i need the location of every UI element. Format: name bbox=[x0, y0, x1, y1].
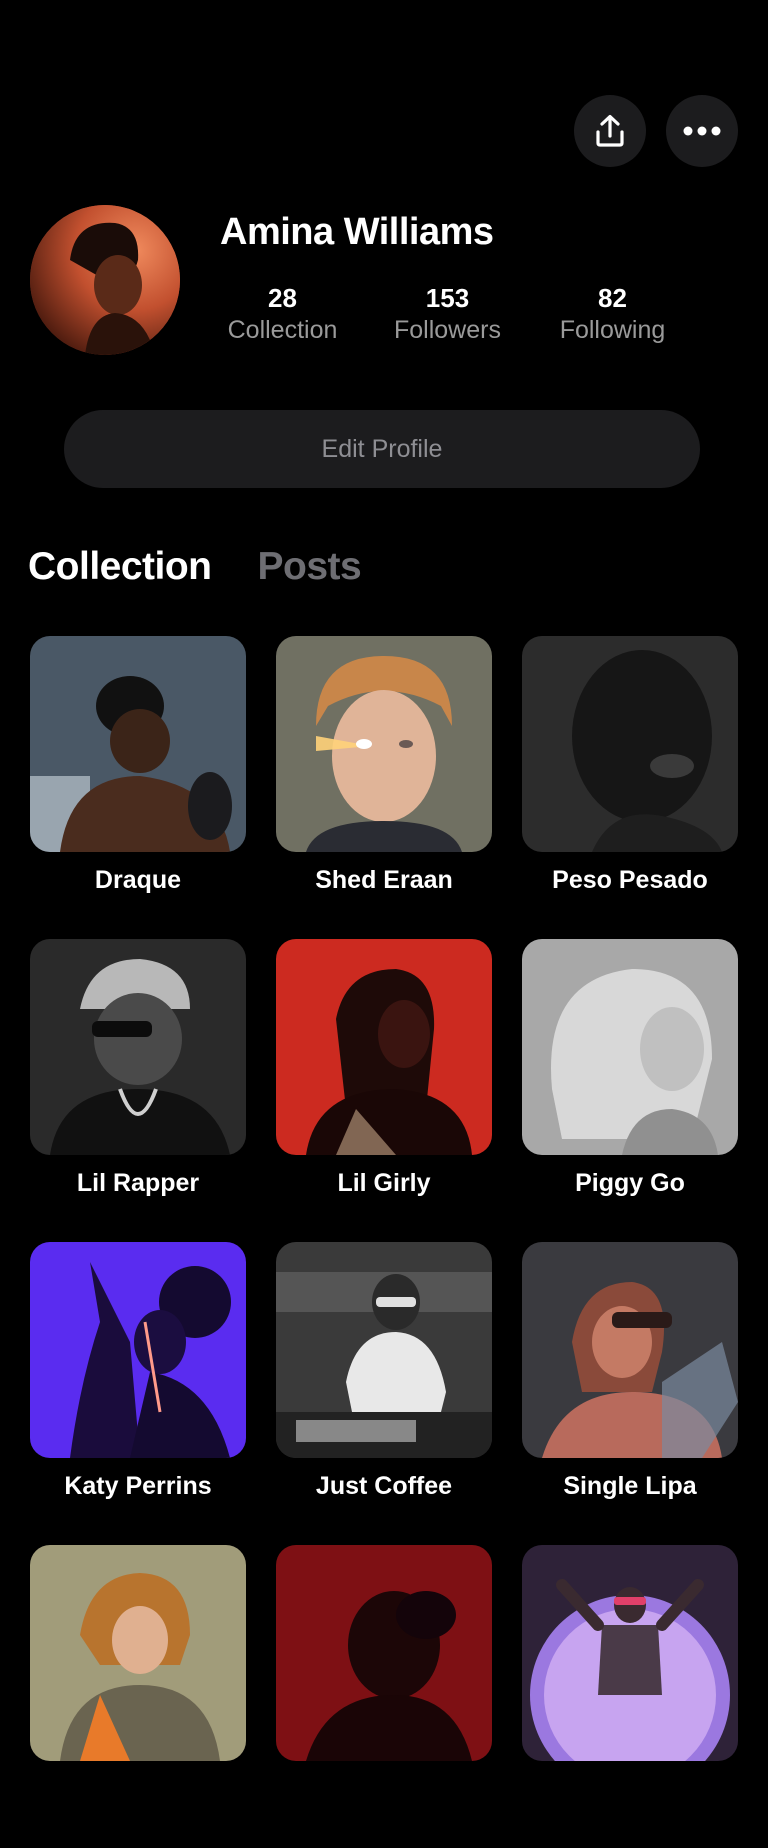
collection-item[interactable]: Single Lipa bbox=[522, 1242, 738, 1545]
stat-value: 28 bbox=[268, 283, 297, 313]
stat-label: Collection bbox=[227, 316, 338, 344]
collection-item[interactable]: Lil Rapper bbox=[30, 939, 246, 1242]
artist-name: Shed Eraan bbox=[315, 866, 453, 894]
tab-posts[interactable]: Posts bbox=[258, 545, 362, 589]
artist-thumbnail bbox=[276, 939, 492, 1155]
stat-label: Following bbox=[559, 316, 666, 344]
collection-item[interactable]: Shed Eraan bbox=[276, 636, 492, 939]
collection-item[interactable]: Katy Perrins bbox=[30, 1242, 246, 1545]
artist-thumbnail bbox=[522, 1242, 738, 1458]
stat-value: 82 bbox=[598, 283, 627, 313]
share-upload-icon bbox=[596, 114, 624, 147]
artist-thumbnail bbox=[276, 1242, 492, 1458]
artist-thumbnail bbox=[30, 939, 246, 1155]
collection-item[interactable]: Lil Girly bbox=[276, 939, 492, 1242]
profile-stats: 28 Collection 153 Followers 82 Following bbox=[220, 283, 695, 347]
artist-name: Lil Rapper bbox=[76, 1169, 200, 1197]
stat-collection[interactable]: 28 Collection bbox=[200, 283, 365, 347]
share-button[interactable] bbox=[574, 95, 646, 167]
collection-item[interactable]: Just Coffee bbox=[276, 1242, 492, 1545]
artist-thumbnail bbox=[522, 636, 738, 852]
artist-name: Single Lipa bbox=[563, 1472, 697, 1500]
stat-value: 153 bbox=[425, 283, 470, 313]
artist-name: Draque bbox=[94, 866, 182, 894]
artist-thumbnail bbox=[276, 636, 492, 852]
collection-item[interactable]: Peso Pesado bbox=[522, 636, 738, 939]
avatar-portrait bbox=[30, 205, 180, 355]
more-horizontal-icon bbox=[683, 126, 721, 136]
artist-thumbnail bbox=[30, 636, 246, 852]
collection-item[interactable] bbox=[30, 1545, 246, 1848]
artist-name: Katy Perrins bbox=[64, 1472, 212, 1500]
artist-thumbnail bbox=[276, 1545, 492, 1761]
tab-collection[interactable]: Collection bbox=[28, 545, 212, 589]
collection-item[interactable]: Piggy Go bbox=[522, 939, 738, 1242]
artist-thumbnail bbox=[30, 1545, 246, 1761]
profile-header: Amina Williams 28 Collection 153 Followe… bbox=[30, 205, 738, 355]
artist-name: Piggy Go bbox=[575, 1169, 685, 1197]
artist-name: Lil Girly bbox=[337, 1169, 431, 1197]
avatar[interactable] bbox=[30, 205, 180, 355]
artist-thumbnail bbox=[30, 1242, 246, 1458]
stat-following[interactable]: 82 Following bbox=[530, 283, 695, 347]
edit-profile-button[interactable]: Edit Profile bbox=[64, 410, 700, 488]
artist-name: Just Coffee bbox=[315, 1472, 453, 1500]
collection-item[interactable]: Draque bbox=[30, 636, 246, 939]
collection-grid: Draque Shed Eraan Peso Pesado Lil Rapper… bbox=[30, 636, 738, 1848]
artist-thumbnail bbox=[522, 1545, 738, 1761]
artist-name: Peso Pesado bbox=[552, 866, 708, 894]
top-actions bbox=[574, 95, 738, 167]
stat-followers[interactable]: 153 Followers bbox=[365, 283, 530, 347]
collection-item[interactable] bbox=[276, 1545, 492, 1848]
stat-label: Followers bbox=[394, 316, 501, 344]
profile-name: Amina Williams bbox=[220, 211, 494, 253]
collection-item[interactable] bbox=[522, 1545, 738, 1848]
content-tabs: Collection Posts bbox=[28, 545, 362, 589]
artist-thumbnail bbox=[522, 939, 738, 1155]
more-options-button[interactable] bbox=[666, 95, 738, 167]
